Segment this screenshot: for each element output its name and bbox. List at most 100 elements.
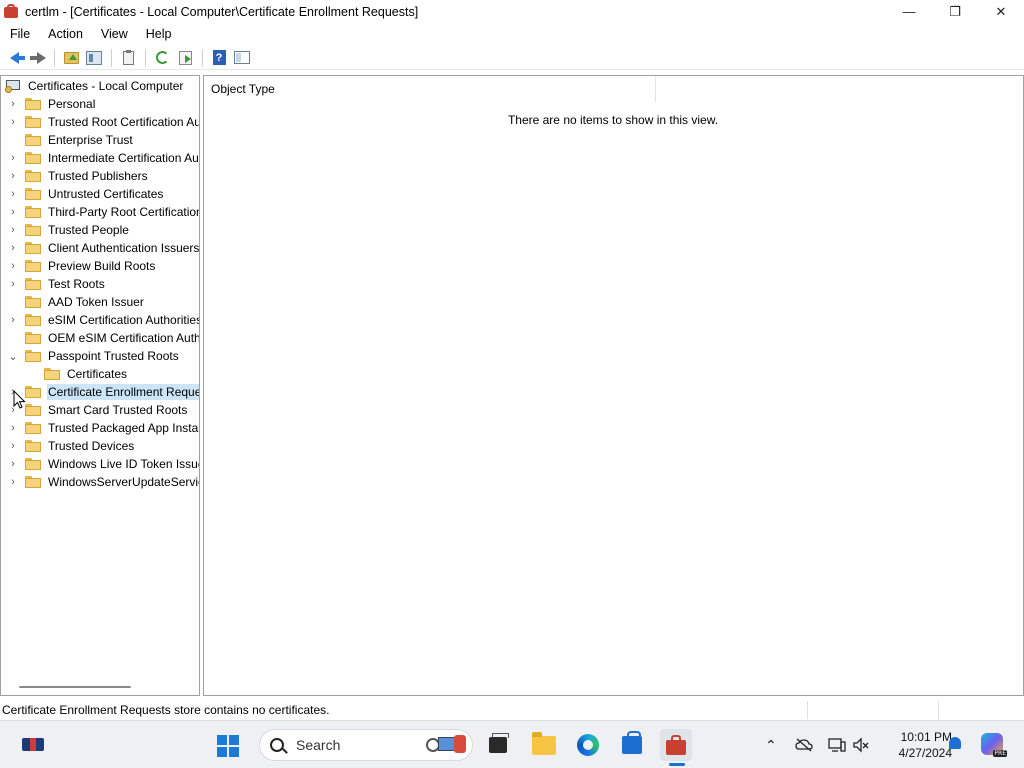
tree-item-intermediate-certification-au[interactable]: › Intermediate Certification Au — [1, 149, 199, 167]
results-pane[interactable]: Object Type There are no items to show i… — [203, 75, 1024, 696]
tree-item-client-authentication-issuers[interactable]: › Client Authentication Issuers — [1, 239, 199, 257]
menu-action[interactable]: Action — [38, 27, 91, 41]
clock[interactable]: 10:01 PM 4/27/2024 — [874, 729, 952, 761]
tree-item-trusted-people[interactable]: › Trusted People — [1, 221, 130, 239]
menu-file[interactable]: File — [0, 27, 38, 41]
copilot-icon[interactable] — [981, 733, 1007, 757]
tree-item-trusted-packaged-app-install[interactable]: › Trusted Packaged App Install — [1, 419, 199, 437]
restore-button[interactable]: ❐ — [932, 0, 978, 23]
chevron-right-icon[interactable]: › — [7, 152, 19, 164]
tree-item-certificates[interactable]: Certificates — [1, 365, 128, 383]
certlm-taskbar-button[interactable] — [660, 729, 692, 761]
tree-item-smart-card-trusted-roots[interactable]: › Smart Card Trusted Roots — [1, 401, 188, 419]
microsoft-store-button[interactable] — [616, 729, 648, 761]
horizontal-scrollbar[interactable] — [19, 686, 131, 688]
chevron-right-icon[interactable]: › — [7, 458, 19, 470]
mlb-widget-icon[interactable] — [22, 738, 44, 751]
toolbox-icon — [665, 735, 687, 755]
status-text: Certificate Enrollment Requests store co… — [2, 703, 330, 717]
store-bag-icon — [622, 731, 642, 754]
show-hidden-icons-button[interactable]: ⌃ — [765, 735, 777, 755]
taskbar-search[interactable]: Search — [259, 729, 473, 761]
properties-button[interactable] — [117, 47, 139, 69]
task-view-button[interactable] — [482, 729, 514, 761]
chevron-right-icon[interactable]: › — [7, 242, 19, 254]
console-tree[interactable]: Certificates - Local Computer › Personal ›… — [0, 75, 200, 696]
chevron-right-icon[interactable]: › — [7, 314, 19, 326]
volume-muted-icon[interactable] — [853, 735, 869, 755]
tree-item-oem-esim-certification-auth[interactable]: OEM eSIM Certification Auth — [1, 329, 199, 347]
certlm-app-icon[interactable] — [3, 3, 19, 20]
toolbar-separator — [202, 48, 203, 67]
folder-icon — [25, 206, 41, 218]
chevron-right-icon[interactable]: › — [7, 476, 19, 488]
onedrive-icon[interactable] — [795, 735, 813, 755]
chevron-right-icon[interactable]: › — [7, 206, 19, 218]
tree-item-personal[interactable]: › Personal — [1, 95, 96, 113]
tree-item-label: Third-Party Root Certification — [48, 205, 200, 219]
menu-help[interactable]: Help — [136, 27, 180, 41]
tree-item-enterprise-trust[interactable]: Enterprise Trust — [1, 131, 134, 149]
show-hide-action-pane-button[interactable] — [231, 47, 253, 69]
chevron-right-icon[interactable]: › — [7, 116, 19, 128]
tree-item-label: Test Roots — [48, 277, 105, 291]
window-title: certlm - [Certificates - Local Computer\… — [25, 4, 419, 19]
tree-item-windows-live-id-token-issuer[interactable]: › Windows Live ID Token Issuer — [1, 455, 199, 473]
folder-icon — [25, 278, 41, 290]
chevron-right-icon[interactable]: › — [7, 422, 19, 434]
tree-item-certificate-enrollment-reques[interactable]: › Certificate Enrollment Reques — [1, 383, 199, 401]
tree-item-windowsserverupdateservice[interactable]: › WindowsServerUpdateService — [1, 473, 199, 491]
minimize-button[interactable]: — — [886, 0, 932, 23]
chevron-right-icon[interactable]: › — [7, 260, 19, 272]
export-list-button[interactable] — [174, 47, 196, 69]
certificates-computer-icon — [5, 79, 21, 93]
refresh-button[interactable] — [151, 47, 173, 69]
back-button[interactable] — [3, 47, 25, 69]
tree-item-third-party-root-certification[interactable]: › Third-Party Root Certification — [1, 203, 200, 221]
tree-item-test-roots[interactable]: › Test Roots — [1, 275, 106, 293]
window-controls: — ❐ ✕ — [886, 0, 1024, 23]
task-view-icon — [489, 733, 509, 753]
toolbar: ? — [0, 46, 1024, 70]
show-hide-console-tree-button[interactable] — [83, 47, 105, 69]
tree-item-trusted-publishers[interactable]: › Trusted Publishers — [1, 167, 149, 185]
forward-button[interactable] — [26, 47, 48, 69]
folder-icon — [25, 350, 41, 362]
chevron-right-icon[interactable]: › — [7, 278, 19, 290]
tree-root-label: Certificates - Local Computer — [28, 79, 184, 93]
empty-view-message: There are no items to show in this view. — [507, 113, 719, 127]
help-button[interactable]: ? — [208, 47, 230, 69]
column-header-object-type[interactable]: Object Type — [204, 76, 656, 102]
menu-view[interactable]: View — [91, 27, 136, 41]
edge-browser-icon — [577, 734, 599, 756]
tree-item-trusted-devices[interactable]: › Trusted Devices — [1, 437, 135, 455]
tree-root[interactable]: Certificates - Local Computer — [1, 77, 184, 95]
edge-button[interactable] — [572, 729, 604, 761]
chevron-right-icon[interactable]: › — [7, 440, 19, 452]
tree-item-trusted-root-certification-au[interactable]: › Trusted Root Certification Au — [1, 113, 199, 131]
chevron-down-icon[interactable]: ⌄ — [7, 350, 19, 363]
close-button[interactable]: ✕ — [978, 0, 1024, 23]
title-bar[interactable]: certlm - [Certificates - Local Computer\… — [0, 0, 1024, 23]
tree-item-preview-build-roots[interactable]: › Preview Build Roots — [1, 257, 156, 275]
notification-bell-icon[interactable] — [949, 737, 961, 749]
folder-icon — [25, 170, 41, 182]
file-explorer-button[interactable] — [528, 729, 560, 761]
chevron-right-icon[interactable]: › — [7, 170, 19, 182]
tree-item-untrusted-certificates[interactable]: › Untrusted Certificates — [1, 185, 164, 203]
tree-item-label: Trusted People — [48, 223, 129, 237]
toolbar-separator — [54, 48, 55, 67]
clock-date: 4/27/2024 — [898, 746, 952, 760]
chevron-up-icon: ⌃ — [765, 736, 777, 753]
network-icon[interactable] — [828, 735, 846, 755]
chevron-right-icon[interactable]: › — [7, 98, 19, 110]
up-one-level-button[interactable] — [60, 47, 82, 69]
tree-item-label: Untrusted Certificates — [48, 187, 164, 201]
tree-item-aad-token-issuer[interactable]: AAD Token Issuer — [1, 293, 145, 311]
chevron-right-icon[interactable]: › — [7, 188, 19, 200]
chevron-right-icon[interactable]: › — [7, 224, 19, 236]
start-button[interactable] — [217, 735, 239, 757]
tree-item-esim-certification-authorities[interactable]: › eSIM Certification Authorities — [1, 311, 199, 329]
console-tree-icon — [86, 50, 102, 65]
tree-item-passpoint-trusted-roots[interactable]: ⌄ Passpoint Trusted Roots — [1, 347, 180, 365]
